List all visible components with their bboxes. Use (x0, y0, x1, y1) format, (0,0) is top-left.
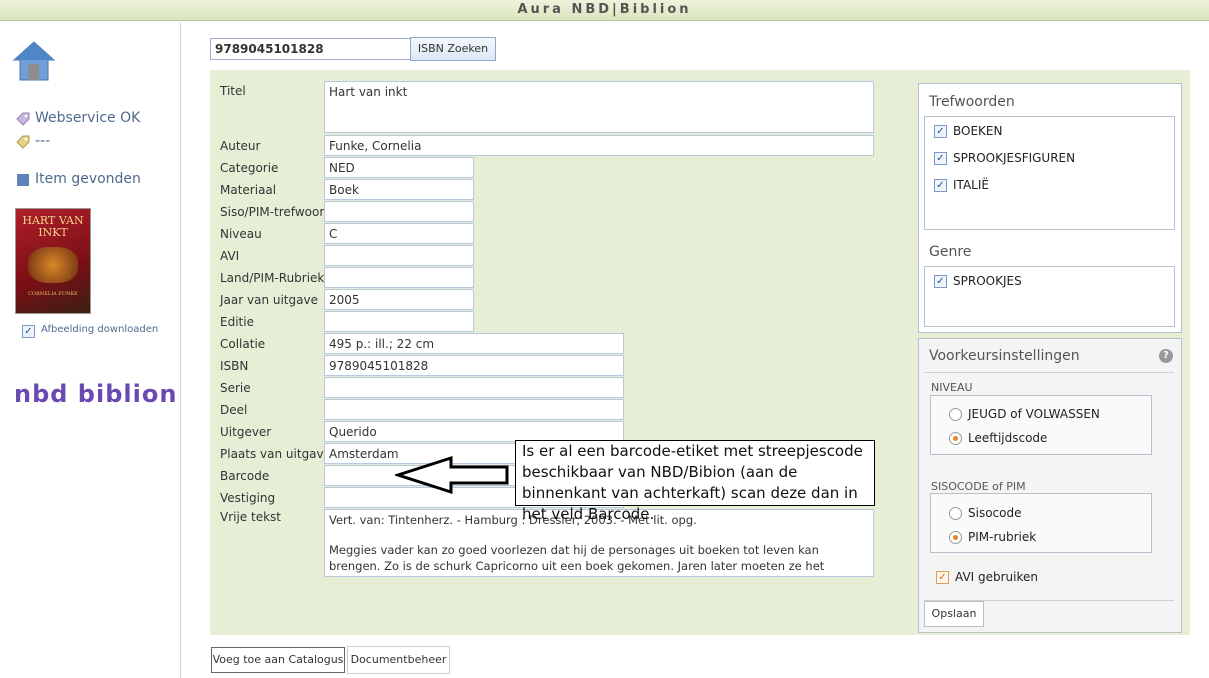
preferences-title: Voorkeursinstellingen (929, 348, 1080, 364)
field-niveau[interactable]: C (324, 223, 474, 244)
field-avi[interactable] (324, 245, 474, 266)
label-jaar: Jaar van uitgave (220, 293, 318, 307)
genre-item[interactable]: ✓ SPROOKJES (934, 274, 1022, 288)
trefwoord-item[interactable]: ✓ BOEKEN (934, 124, 1002, 138)
help-icon[interactable]: ? (1159, 349, 1173, 363)
add-to-catalog-button[interactable]: Voeg toe aan Catalogus (211, 647, 345, 673)
label-niveau: Niveau (220, 227, 262, 241)
arrow-icon (393, 455, 510, 495)
label-uitgever: Uitgever (220, 425, 272, 439)
label-avi: AVI (220, 249, 240, 263)
square-icon (17, 174, 29, 186)
webservice-status: Webservice OK (35, 110, 141, 126)
radio-icon[interactable] (949, 408, 962, 421)
field-auteur[interactable]: Funke, Cornelia (324, 135, 874, 156)
siso-title: SISOCODE of PIM (931, 480, 1026, 493)
niveau-option-jeugd[interactable]: JEUGD of VOLWASSEN (949, 407, 1100, 421)
niveau-option-leeftijd[interactable]: Leeftijdscode (949, 431, 1047, 445)
field-land[interactable] (324, 267, 474, 288)
label-titel: Titel (220, 84, 246, 98)
radio-selected-icon[interactable] (949, 432, 962, 445)
label-barcode: Barcode (220, 469, 270, 483)
label-land: Land/PIM-Rubriek (220, 271, 325, 285)
checkbox-icon[interactable]: ✓ (934, 275, 947, 288)
field-uitgever[interactable]: Querido (324, 421, 624, 442)
siso-option-sisocode[interactable]: Sisocode (949, 506, 1021, 520)
field-serie[interactable] (324, 377, 624, 398)
field-collatie[interactable]: 495 p.: ill.; 22 cm (324, 333, 624, 354)
app-title: Aura NBD|Biblion (0, 0, 1209, 21)
label-plaats: Plaats van uitgave (220, 447, 332, 461)
label-categorie: Categorie (220, 161, 279, 175)
field-siso[interactable] (324, 201, 474, 222)
barcode-callout: Is er al een barcode-etiket met streepje… (515, 440, 875, 523)
vrije-tekst-line2: Meggies vader kan zo goed voorlezen dat … (329, 543, 825, 576)
trefwoord-item[interactable]: ✓ SPROOKJESFIGUREN (934, 151, 1075, 165)
checkbox-icon[interactable]: ✓ (936, 571, 949, 584)
siso-group (930, 493, 1152, 553)
field-isbn[interactable]: 9789045101828 (324, 355, 624, 376)
label-auteur: Auteur (220, 139, 261, 153)
field-titel[interactable]: Hart van inkt (324, 81, 874, 133)
label-vrije-tekst: Vrije tekst (220, 510, 282, 524)
secondary-status: --- (35, 133, 51, 149)
tag-icon (15, 134, 31, 150)
book-cover: HART VAN INKT CORNELIA FUNKE (15, 208, 91, 314)
label-deel: Deel (220, 403, 248, 417)
cover-author: CORNELIA FUNKE (28, 291, 78, 297)
document-management-button[interactable]: Documentbeheer (347, 646, 450, 674)
field-categorie[interactable]: NED (324, 157, 474, 178)
label-serie: Serie (220, 381, 251, 395)
checkbox-icon[interactable]: ✓ (934, 152, 947, 165)
home-icon[interactable] (12, 40, 56, 82)
cover-title: HART VAN INKT (22, 214, 84, 239)
field-editie[interactable] (324, 311, 474, 332)
label-materiaal: Materiaal (220, 183, 277, 197)
niveau-title: NIVEAU (931, 381, 973, 394)
save-button[interactable]: Opslaan (924, 601, 984, 627)
field-deel[interactable] (324, 399, 624, 420)
label-siso: Siso/PIM-trefwoord (220, 205, 332, 219)
trefwoord-item[interactable]: ✓ ITALIË (934, 178, 989, 192)
tag-icon (15, 111, 31, 127)
field-jaar[interactable]: 2005 (324, 289, 474, 310)
isbn-search-input[interactable]: 9789045101828 (210, 38, 416, 60)
genre-title: Genre (929, 244, 972, 260)
trefwoorden-title: Trefwoorden (929, 94, 1015, 110)
avi-option[interactable]: ✓ AVI gebruiken (936, 570, 1038, 584)
isbn-search-button[interactable]: ISBN Zoeken (410, 37, 496, 61)
label-collatie: Collatie (220, 337, 266, 351)
label-editie: Editie (220, 315, 254, 329)
radio-selected-icon[interactable] (949, 531, 962, 544)
siso-option-pim[interactable]: PIM-rubriek (949, 530, 1036, 544)
item-status: Item gevonden (35, 171, 141, 187)
divider (924, 372, 1174, 373)
nbd-biblion-logo: nbd biblion (14, 380, 178, 408)
radio-icon[interactable] (949, 507, 962, 520)
checkbox-icon[interactable]: ✓ (934, 125, 947, 138)
label-vestiging: Vestiging (220, 491, 276, 505)
checkbox-icon[interactable]: ✓ (934, 179, 947, 192)
label-isbn: ISBN (220, 359, 249, 373)
download-image-label: Afbeelding downloaden (41, 324, 159, 335)
field-materiaal[interactable]: Boek (324, 179, 474, 200)
download-image-checkbox[interactable]: ✓ (22, 324, 41, 338)
niveau-group (930, 395, 1152, 455)
